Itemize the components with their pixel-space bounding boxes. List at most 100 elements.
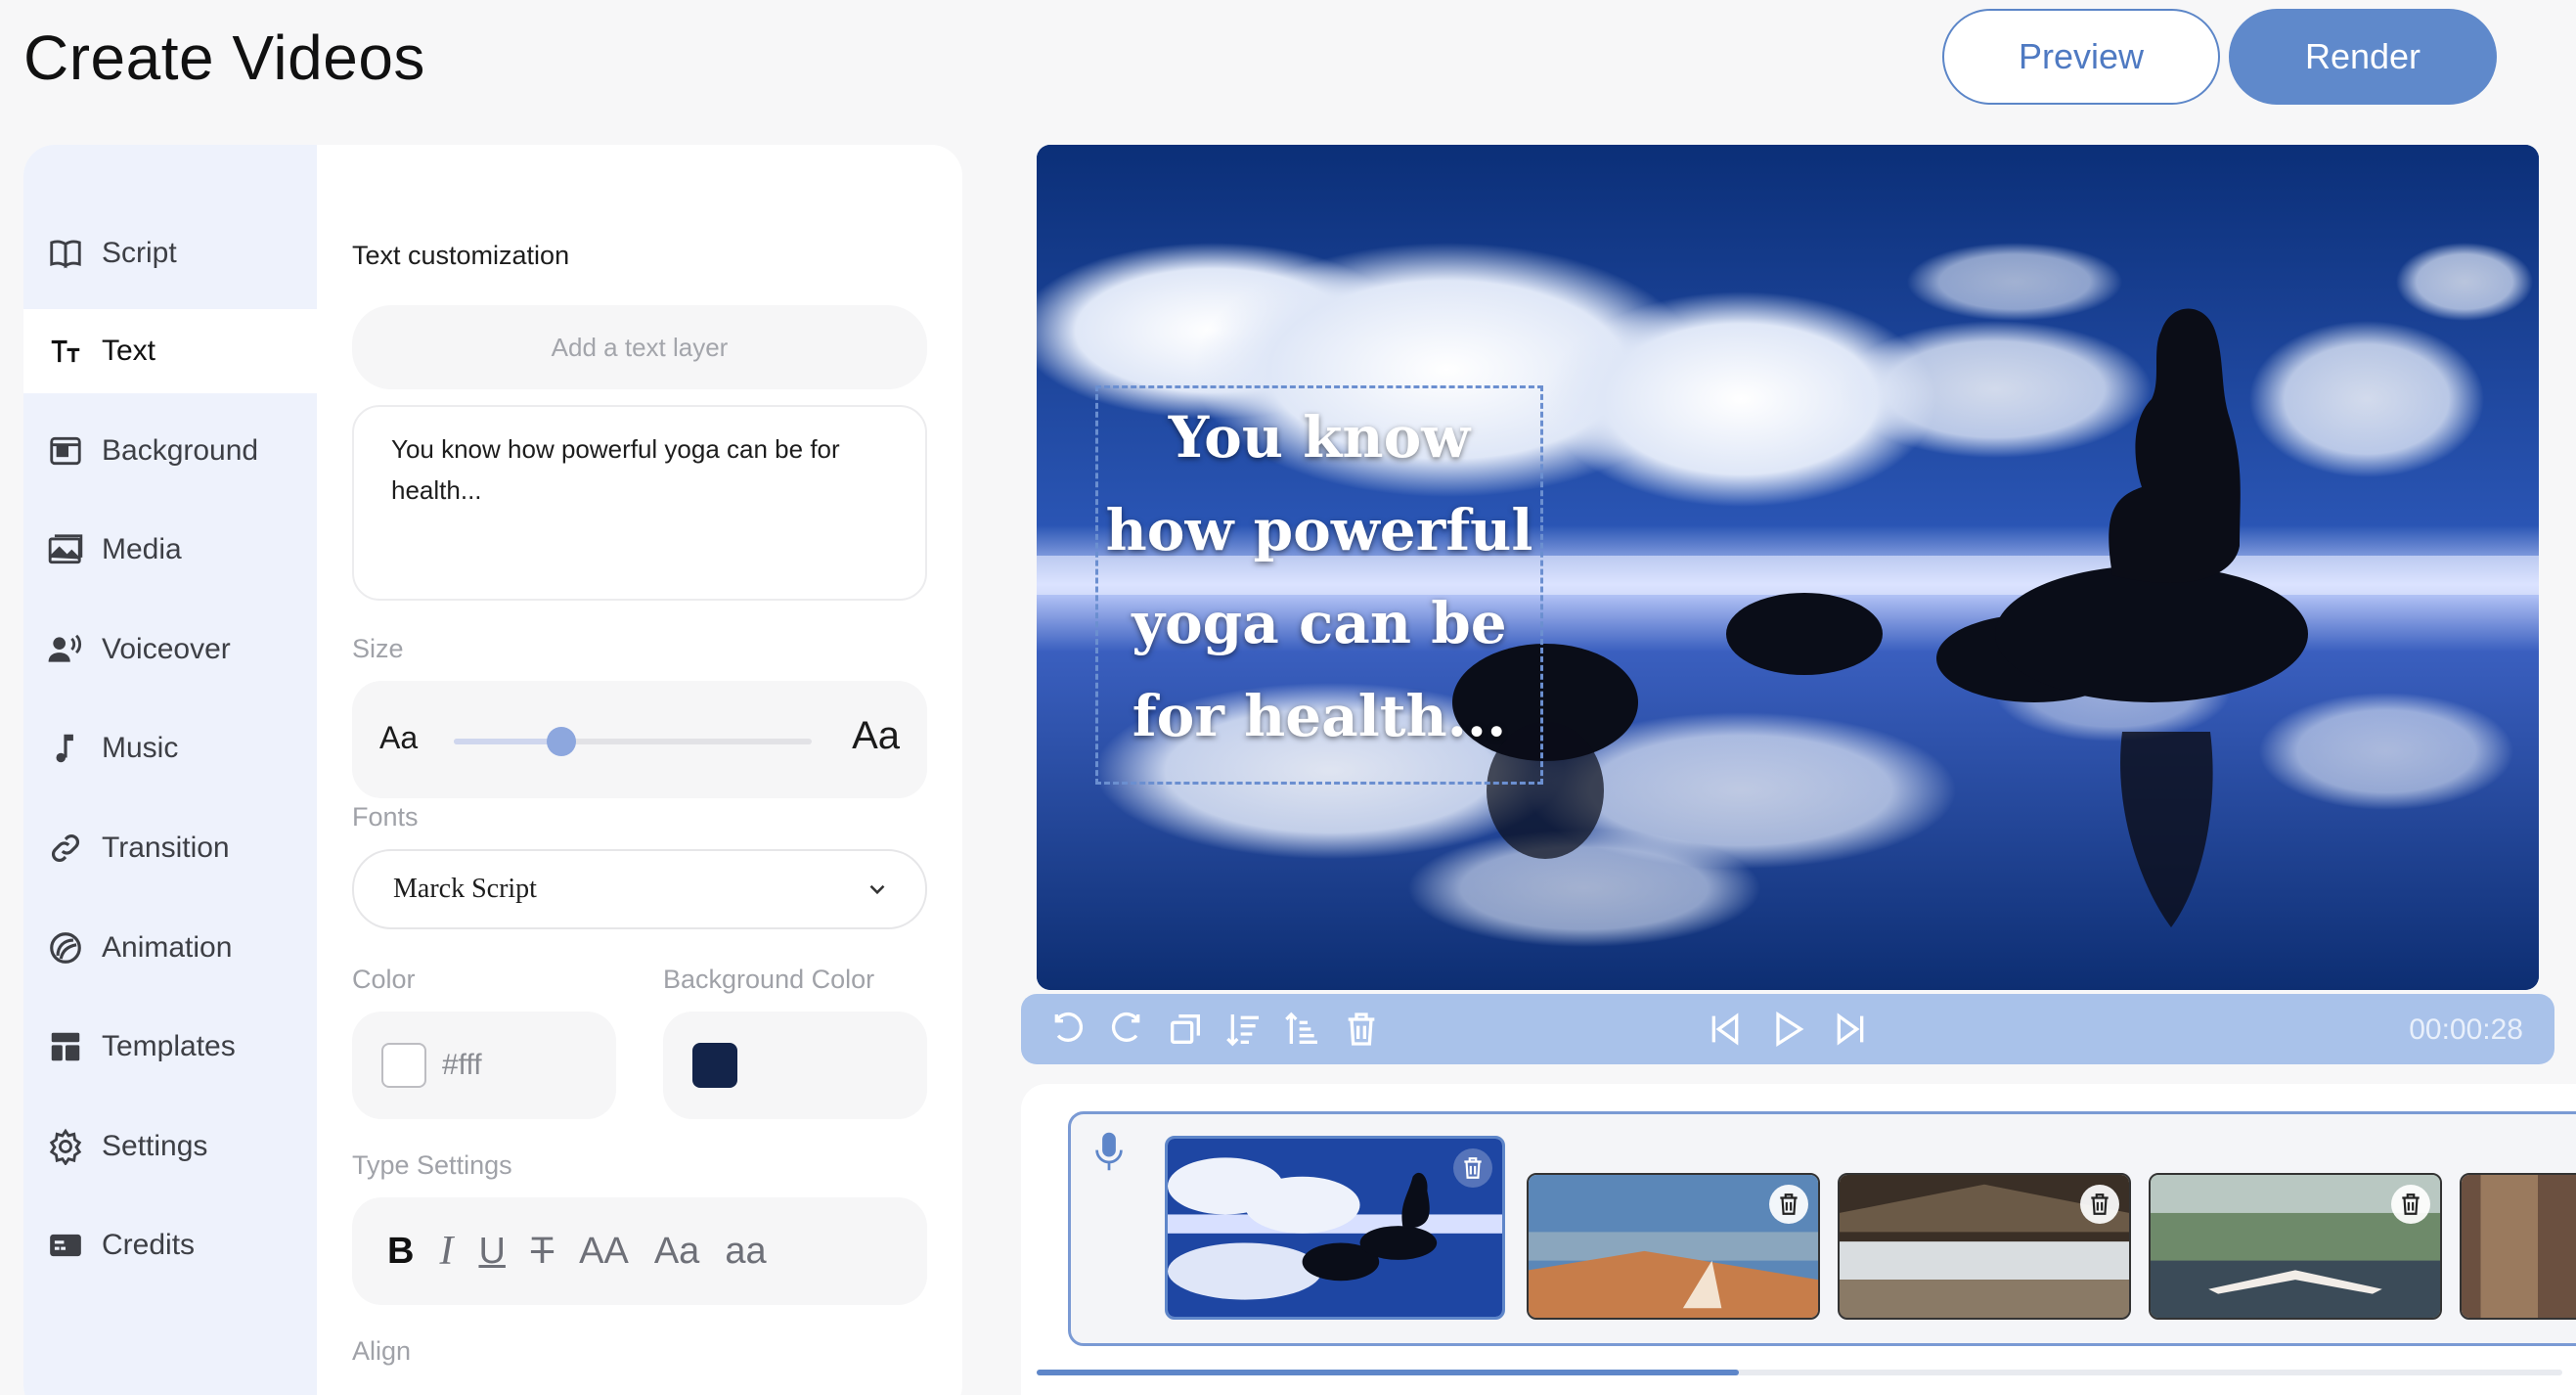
timeline-track[interactable]	[1068, 1111, 2576, 1346]
background-icon	[45, 430, 86, 472]
type-settings-label: Type Settings	[352, 1150, 512, 1180]
microphone-icon[interactable]	[1092, 1130, 1126, 1173]
uppercase-button[interactable]: AA	[579, 1231, 629, 1273]
sidebar-item-voiceover[interactable]: Voiceover	[23, 608, 317, 692]
animation-icon	[45, 927, 86, 968]
type-settings-toolbar: B I U T AA Aa aa	[352, 1197, 927, 1305]
video-preview[interactable]: You know how powerful yoga can be for he…	[1037, 145, 2539, 990]
sidebar-item-label: Templates	[102, 1030, 236, 1062]
font-select-value: Marck Script	[393, 874, 537, 904]
trash-icon	[2402, 1193, 2420, 1215]
sidebar-item-label: Settings	[102, 1130, 208, 1162]
background-color-label: Background Color	[663, 965, 875, 994]
italic-button[interactable]: I	[439, 1228, 453, 1275]
fonts-label: Fonts	[352, 802, 419, 832]
timeline-clip[interactable]	[1527, 1173, 1820, 1320]
text-color-picker[interactable]: #fff	[352, 1012, 616, 1119]
sidebar: Script Text Background Media Voiceover M…	[23, 145, 317, 1395]
templates-icon	[45, 1026, 86, 1067]
sidebar-item-templates[interactable]: Templates	[23, 1005, 317, 1089]
background-color-picker[interactable]	[663, 1012, 927, 1119]
background-color-swatch[interactable]	[692, 1043, 737, 1088]
play-icon[interactable]	[1768, 1010, 1807, 1049]
trash-icon	[1464, 1157, 1482, 1179]
delete-clip-button[interactable]	[1769, 1185, 1808, 1224]
timeline-clip[interactable]	[2149, 1173, 2442, 1320]
bold-button[interactable]: B	[387, 1231, 414, 1273]
color-label: Color	[352, 965, 416, 994]
sidebar-item-label: Text	[102, 335, 156, 367]
gear-icon	[45, 1126, 86, 1167]
delete-clip-button[interactable]	[1453, 1148, 1492, 1188]
music-note-icon	[45, 728, 86, 769]
timeline-scrollbar-thumb[interactable]	[1037, 1370, 1739, 1375]
sidebar-item-background[interactable]: Background	[23, 409, 317, 493]
sidebar-item-label: Animation	[102, 931, 233, 964]
timeline-clip[interactable]	[2460, 1173, 2576, 1320]
image-icon	[45, 529, 86, 570]
sidebar-item-label: Voiceover	[102, 633, 231, 665]
render-button[interactable]: Render	[2229, 9, 2497, 105]
lowercase-button[interactable]: aa	[725, 1231, 766, 1273]
size-label: Size	[352, 634, 404, 663]
send-backward-icon[interactable]	[1224, 1010, 1264, 1049]
text-content-field[interactable]: You know how powerful yoga can be for he…	[352, 405, 927, 601]
timeline-scrollbar[interactable]	[1037, 1370, 2562, 1375]
size-slider-track[interactable]	[454, 739, 812, 744]
link-icon	[45, 828, 86, 869]
undo-icon[interactable]	[1048, 1010, 1088, 1049]
sidebar-item-script[interactable]: Script	[23, 211, 317, 295]
playback-toolbar: 00:00:28	[1021, 994, 2554, 1064]
sidebar-item-media[interactable]: Media	[23, 508, 317, 592]
trash-icon	[1780, 1193, 1798, 1215]
size-large-glyph: Aa	[852, 714, 900, 757]
delete-clip-button[interactable]	[2391, 1185, 2430, 1224]
size-slider-fill	[454, 739, 561, 744]
chevron-down-icon	[869, 884, 885, 895]
timeline-clip[interactable]	[1838, 1173, 2131, 1320]
playback-time: 00:00:28	[2409, 1013, 2523, 1046]
size-small-glyph: Aa	[379, 720, 419, 755]
delete-icon[interactable]	[1342, 1010, 1381, 1049]
text-color-swatch[interactable]	[381, 1043, 426, 1088]
bring-forward-icon[interactable]	[1283, 1010, 1322, 1049]
preview-button[interactable]: Preview	[1942, 9, 2220, 105]
skip-forward-icon[interactable]	[1831, 1010, 1870, 1049]
sidebar-item-credits[interactable]: Credits	[23, 1203, 317, 1287]
delete-clip-button[interactable]	[2080, 1185, 2119, 1224]
sidebar-item-settings[interactable]: Settings	[23, 1104, 317, 1189]
titlecase-button[interactable]: Aa	[654, 1231, 699, 1273]
text-icon	[45, 331, 86, 372]
font-select[interactable]: Marck Script	[352, 849, 927, 929]
text-color-value[interactable]: #fff	[442, 1049, 482, 1082]
timeline-clip[interactable]	[1165, 1136, 1505, 1320]
add-text-layer-button[interactable]: Add a text layer	[352, 305, 927, 389]
align-label: Align	[352, 1336, 412, 1366]
sidebar-item-animation[interactable]: Animation	[23, 906, 317, 990]
book-icon	[45, 233, 86, 274]
sidebar-item-music[interactable]: Music	[23, 706, 317, 790]
voiceover-icon	[45, 629, 86, 670]
clip-thumbnail	[2462, 1175, 2576, 1318]
duplicate-icon[interactable]	[1166, 1010, 1205, 1049]
trash-icon	[2091, 1193, 2109, 1215]
sidebar-item-text[interactable]: Text	[23, 309, 317, 393]
size-slider-handle[interactable]	[546, 727, 576, 756]
skip-back-icon[interactable]	[1706, 1010, 1745, 1049]
sidebar-item-label: Script	[102, 237, 177, 269]
strikethrough-button[interactable]: T	[531, 1231, 554, 1273]
clip-thumbnail	[1168, 1139, 1502, 1317]
text-customization-panel: Text customization Add a text layer You …	[317, 145, 962, 1395]
sidebar-item-label: Music	[102, 732, 179, 764]
preview-caption[interactable]: You know how powerful yoga can be for he…	[1095, 391, 1543, 763]
size-control: Aa Aa	[352, 681, 927, 798]
section-title: Text customization	[352, 241, 570, 270]
sidebar-item-label: Credits	[102, 1229, 196, 1261]
credits-icon	[45, 1225, 86, 1266]
sidebar-item-transition[interactable]: Transition	[23, 806, 317, 890]
underline-button[interactable]: U	[478, 1231, 505, 1273]
sidebar-item-label: Background	[102, 434, 259, 467]
redo-icon[interactable]	[1107, 1010, 1146, 1049]
sidebar-item-label: Transition	[102, 832, 230, 864]
page-title: Create Videos	[23, 22, 425, 93]
